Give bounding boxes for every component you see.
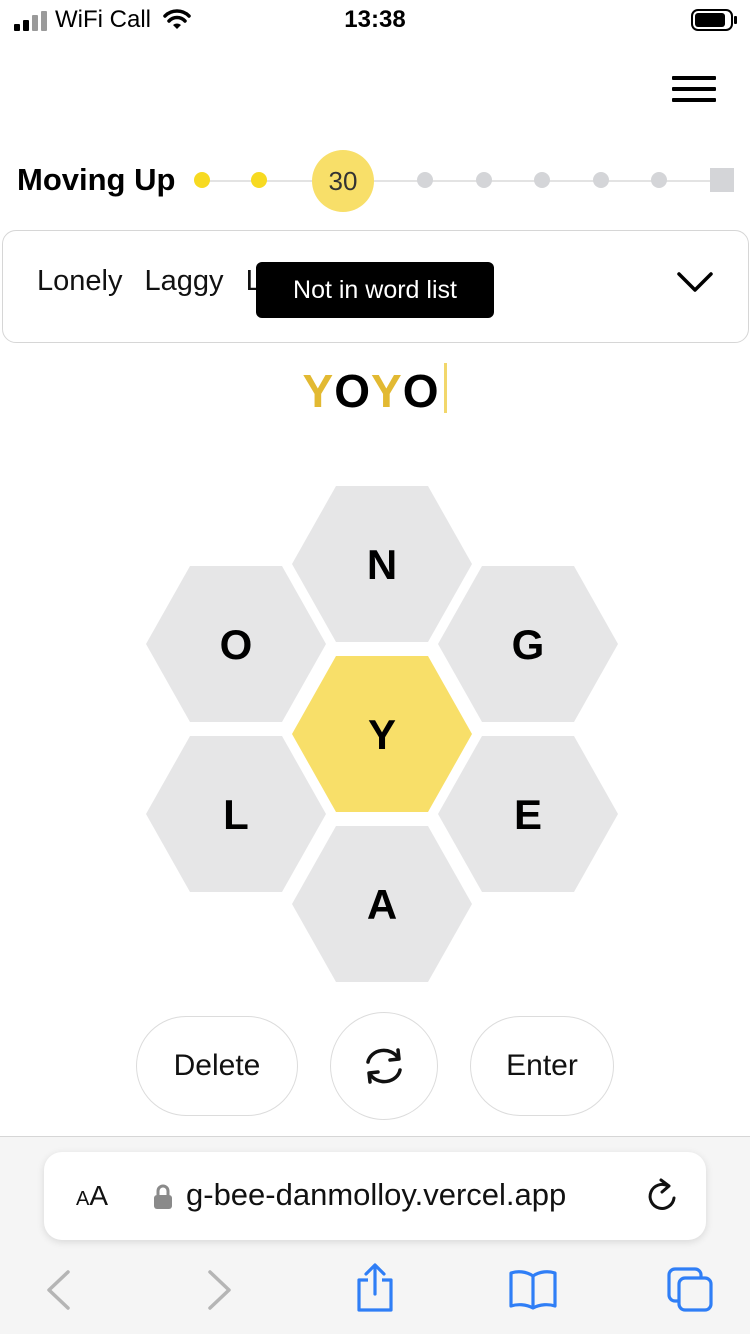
toast-message: Not in word list xyxy=(256,262,494,318)
hive-cell-lower-left[interactable]: L xyxy=(146,736,326,892)
text-size-button[interactable]: AA xyxy=(76,1180,108,1212)
text-size-large-label: A xyxy=(89,1180,109,1211)
chevron-down-icon[interactable] xyxy=(676,270,714,294)
guess-letter: O xyxy=(334,365,371,417)
progress-step xyxy=(593,172,609,188)
hive-letter: A xyxy=(367,881,397,928)
progress-track xyxy=(202,180,722,182)
hive-letter: E xyxy=(514,791,542,838)
rank-label: Moving Up xyxy=(17,162,176,197)
progress-step xyxy=(417,172,433,188)
back-arrow-icon[interactable] xyxy=(44,1268,72,1312)
current-score-badge: 30 xyxy=(312,150,374,212)
hive-cell-lower-right[interactable]: E xyxy=(438,736,618,892)
tabs-icon[interactable] xyxy=(666,1266,714,1312)
hive-letter: O xyxy=(220,621,253,668)
hive-cell-bottom[interactable]: A xyxy=(292,826,472,982)
lock-icon xyxy=(154,1184,172,1209)
hive-cell-upper-right[interactable]: G xyxy=(438,566,618,722)
shuffle-button[interactable] xyxy=(330,1012,438,1120)
battery-icon xyxy=(691,9,737,31)
clock: 13:38 xyxy=(344,6,406,33)
progress-step xyxy=(651,172,667,188)
hive-letter-center: Y xyxy=(368,711,396,758)
text-size-small-label: A xyxy=(76,1188,90,1210)
hive-cell-top[interactable]: N xyxy=(292,486,472,642)
shuffle-icon xyxy=(366,1048,402,1084)
enter-button[interactable]: Enter xyxy=(470,1016,614,1116)
status-bar: WiFi Call 13:38 xyxy=(0,0,750,42)
hive-letter: N xyxy=(367,541,397,588)
guess-input: YOYO xyxy=(0,363,750,418)
progress-final-step xyxy=(710,168,734,192)
delete-button[interactable]: Delete xyxy=(136,1016,298,1116)
letter-hive: N O G Y L E A xyxy=(146,486,618,982)
hamburger-menu-icon[interactable] xyxy=(672,76,716,108)
progress-step-done xyxy=(251,172,267,188)
found-word: Laggy xyxy=(144,265,224,297)
progress-step xyxy=(534,172,550,188)
found-words-list: Lonely Laggy L xyxy=(37,265,276,298)
progress-step-done xyxy=(194,172,210,188)
url-text: g-bee-danmolloy.vercel.app xyxy=(186,1177,567,1212)
guess-letter-center: Y xyxy=(371,365,403,417)
text-caret xyxy=(444,363,448,413)
found-word: Lonely xyxy=(37,265,123,297)
reload-icon[interactable] xyxy=(646,1178,678,1214)
share-icon[interactable] xyxy=(354,1262,396,1314)
guess-letter: O xyxy=(402,365,440,417)
bookmarks-icon[interactable] xyxy=(508,1268,558,1310)
forward-arrow-icon[interactable] xyxy=(206,1268,234,1312)
progress-step xyxy=(476,172,492,188)
hive-cell-upper-left[interactable]: O xyxy=(146,566,326,722)
hive-letter: G xyxy=(512,621,545,668)
hive-letter: L xyxy=(223,791,249,838)
hive-cell-center[interactable]: Y xyxy=(292,656,472,812)
guess-letter-center: Y xyxy=(302,365,335,417)
